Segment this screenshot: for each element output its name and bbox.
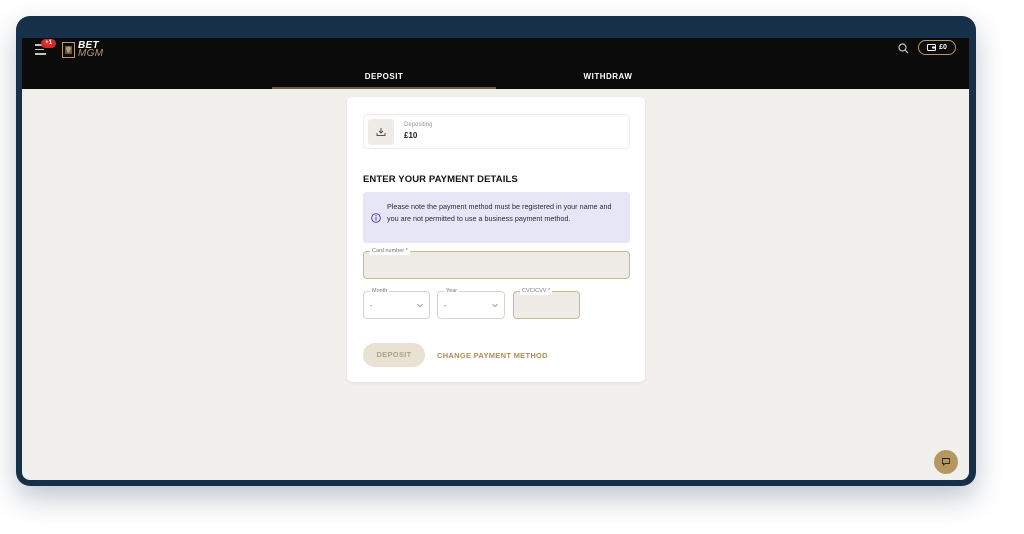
chevron-down-icon bbox=[417, 303, 423, 308]
search-icon[interactable] bbox=[898, 43, 909, 54]
download-icon bbox=[376, 128, 386, 136]
payment-details-heading: ENTER YOUR PAYMENT DETAILS bbox=[363, 174, 518, 185]
wallet-balance-button[interactable]: £0 bbox=[918, 40, 956, 55]
payment-card: Depositing £10 ENTER YOUR PAYMENT DETAIL… bbox=[347, 97, 645, 382]
cashier-tabs: DEPOSIT WITHDRAW bbox=[22, 69, 969, 89]
betmgm-logo[interactable]: BET MGM bbox=[62, 40, 103, 60]
year-value: - bbox=[444, 303, 447, 310]
payment-notice: Please note the payment method must be r… bbox=[363, 192, 630, 243]
month-value: - bbox=[370, 303, 373, 310]
top-navigation-bar: +1 BET MGM £0 DEPOSIT WITHDRAW bbox=[22, 38, 969, 89]
tab-deposit[interactable]: DEPOSIT bbox=[272, 69, 496, 89]
deposit-summary: Depositing £10 bbox=[363, 114, 630, 149]
cvc-label: CVC/CVV * bbox=[520, 288, 553, 295]
card-number-input[interactable]: Card number * bbox=[363, 248, 630, 279]
wallet-balance: £0 bbox=[939, 44, 947, 51]
chat-button[interactable] bbox=[934, 450, 958, 474]
chevron-down-icon bbox=[492, 303, 498, 308]
year-label: Year bbox=[444, 288, 460, 295]
wallet-icon bbox=[927, 44, 937, 51]
depositing-amount: £10 bbox=[404, 131, 418, 140]
deposit-button[interactable]: DEPOSIT bbox=[363, 343, 425, 367]
chat-icon bbox=[942, 458, 950, 467]
depositing-label: Depositing bbox=[404, 122, 433, 128]
tab-withdraw[interactable]: WITHDRAW bbox=[496, 69, 720, 89]
year-select[interactable]: Year - bbox=[437, 288, 505, 319]
app-screen: +1 BET MGM £0 DEPOSIT WITHDRAW Depositin… bbox=[22, 38, 969, 480]
month-select[interactable]: Month - bbox=[363, 288, 430, 319]
notice-text: Please note the payment method must be r… bbox=[387, 202, 612, 223]
info-icon bbox=[371, 213, 381, 223]
month-label: Month bbox=[370, 288, 390, 295]
cvc-input[interactable]: CVC/CVV * bbox=[513, 288, 580, 319]
lion-logo-icon bbox=[62, 42, 75, 58]
device-frame: +1 BET MGM £0 DEPOSIT WITHDRAW Depositin… bbox=[16, 16, 976, 486]
card-number-label: Card number * bbox=[370, 248, 410, 255]
deposit-icon-tile bbox=[368, 119, 394, 145]
logo-text-mgm: MGM bbox=[78, 48, 104, 59]
notification-badge: +1 bbox=[41, 39, 56, 48]
change-payment-method-link[interactable]: CHANGE PAYMENT METHOD bbox=[437, 351, 548, 360]
